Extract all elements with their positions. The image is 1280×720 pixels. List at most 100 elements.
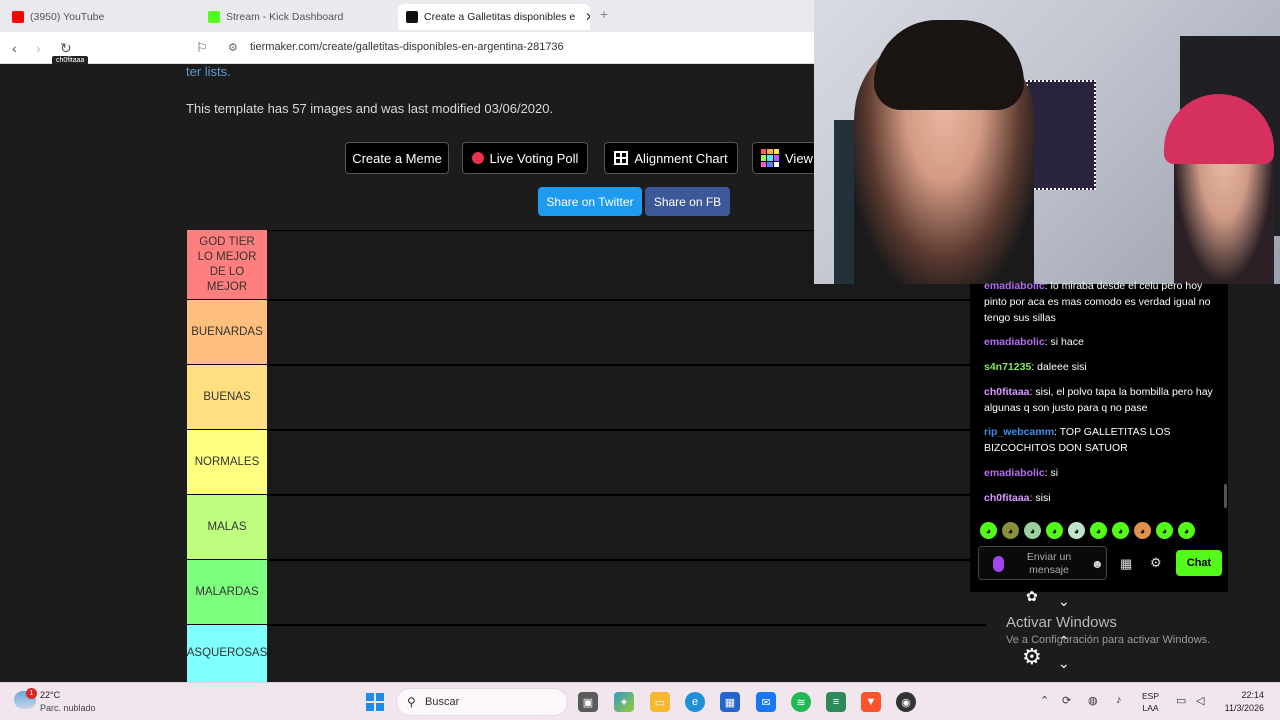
gear-icon[interactable]: ⚙ xyxy=(1022,644,1042,670)
chat-username[interactable]: rip_webcamm xyxy=(984,426,1054,438)
edge-icon[interactable]: e xyxy=(685,692,705,712)
chat-username[interactable]: s4n71235 xyxy=(984,361,1031,373)
file-explorer-icon[interactable]: ▭ xyxy=(650,692,670,712)
button-label: Share on Twitter xyxy=(546,194,634,209)
copilot-icon[interactable]: ✦ xyxy=(614,692,634,712)
back-icon[interactable]: ‹ xyxy=(12,40,17,56)
reload-icon[interactable]: ↻ xyxy=(60,40,72,57)
shield-icon[interactable]: ◍ xyxy=(1088,694,1098,707)
settings-small-icon[interactable]: ✿ xyxy=(1026,588,1038,605)
tier-drop-zone[interactable] xyxy=(267,430,986,494)
chevron-up-icon[interactable]: ⌃ xyxy=(1040,694,1049,707)
microphone-icon[interactable]: ♪ xyxy=(1116,694,1122,706)
chat-username[interactable]: emadiabolic xyxy=(984,336,1045,348)
temperature: 22°C xyxy=(40,690,61,700)
site-settings-icon[interactable]: ⚙ xyxy=(228,41,238,54)
chat-username[interactable]: ch0fitaaa xyxy=(984,386,1030,398)
mail-icon[interactable]: ✉ xyxy=(756,692,776,712)
chat-send-button[interactable]: Chat xyxy=(1176,550,1222,576)
tier-list: GOD TIER LO MEJOR DE LO MEJOR BUENARDAS … xyxy=(186,230,986,683)
chevron-down-icon[interactable]: ⌄ xyxy=(1058,655,1070,672)
emote-icon[interactable]: ◕ xyxy=(1090,522,1107,539)
emote-bar: ◕ ◕ ◕ ◕ ◕ ◕ ◕ ◕ ◕ ◕ xyxy=(980,522,1195,539)
chat-text: : sisi xyxy=(1029,492,1051,504)
chat-message: rip_webcamm: TOP GALLETITAS LOS BIZCOCHI… xyxy=(984,424,1214,456)
emote-icon[interactable]: ◕ xyxy=(1178,522,1195,539)
mic-icon[interactable] xyxy=(993,556,1004,572)
emote-icon[interactable]: ◕ xyxy=(1002,522,1019,539)
tier-label[interactable]: NORMALES xyxy=(187,430,267,494)
spotify-icon[interactable]: ≋ xyxy=(791,692,811,712)
tab-kick-dashboard[interactable]: Stream - Kick Dashboard xyxy=(200,4,396,30)
close-icon[interactable]: ✕ xyxy=(585,10,590,24)
emote-icon[interactable]: ◕ xyxy=(1024,522,1041,539)
task-view-icon[interactable]: ▣ xyxy=(578,692,598,712)
tier-label[interactable]: BUENAS xyxy=(187,365,267,429)
taskbar-search[interactable]: ⚲ Buscar xyxy=(396,688,568,716)
create-meme-button[interactable]: Create a Meme xyxy=(345,142,449,174)
record-dot-icon xyxy=(471,152,484,164)
volume-icon[interactable]: ◁ xyxy=(1196,694,1204,707)
tier-drop-zone[interactable] xyxy=(267,495,986,559)
activate-windows-title: Activar Windows xyxy=(1006,614,1117,631)
template-info: This template has 57 images and was last… xyxy=(186,101,554,116)
emoji-icon[interactable]: ☻ xyxy=(1091,557,1104,571)
store-app-icon[interactable]: ▦ xyxy=(720,692,740,712)
chat-message-input[interactable]: Enviar un mensaje ☻ xyxy=(978,546,1107,580)
emote-icon[interactable]: ◕ xyxy=(1112,522,1129,539)
chat-username[interactable]: emadiabolic xyxy=(984,467,1045,479)
language-indicator[interactable]: ESP LAA xyxy=(1142,690,1159,714)
tier-drop-zone[interactable] xyxy=(267,365,986,429)
chat-text: : si xyxy=(1044,467,1059,479)
system-clock[interactable]: 22:14 11/3/2026 xyxy=(1218,689,1264,715)
chat-message: emadiabolic: si hace xyxy=(984,334,1214,350)
new-tab-icon[interactable]: + xyxy=(600,6,608,22)
tier-label[interactable]: GOD TIER LO MEJOR DE LO MEJOR xyxy=(187,230,267,299)
tier-label[interactable]: MALARDAS xyxy=(187,560,267,624)
emote-icon[interactable]: ◕ xyxy=(1134,522,1151,539)
alignment-chart-button[interactable]: Alignment Chart xyxy=(604,142,738,174)
tier-row: MALARDAS xyxy=(186,560,986,625)
chat-message: emadiabolic: lo miraba desde el celu per… xyxy=(984,278,1214,326)
tab-tiermaker[interactable]: Create a Galletitas disponibles e ✕ xyxy=(398,4,590,30)
screen: (3950) YouTube Stream - Kick Dashboard C… xyxy=(0,0,1280,720)
app-tray-icon[interactable]: ⟳ xyxy=(1062,694,1071,707)
url-text[interactable]: tiermaker.com/create/galletitas-disponib… xyxy=(250,41,564,53)
obs-icon[interactable]: ◉ xyxy=(896,692,916,712)
live-voting-poll-button[interactable]: Live Voting Poll xyxy=(462,142,588,174)
tier-label[interactable]: BUENARDAS xyxy=(187,300,267,364)
chat-message: ch0fitaaa: sisi, el polvo tapa la bombil… xyxy=(984,384,1214,416)
tier-drop-zone[interactable] xyxy=(267,625,986,682)
chat-username[interactable]: ch0fitaaa xyxy=(984,492,1030,504)
forward-icon[interactable]: › xyxy=(36,40,41,56)
network-icon[interactable]: ▭ xyxy=(1176,694,1186,707)
tier-label[interactable]: MALAS xyxy=(187,495,267,559)
tab-youtube[interactable]: (3950) YouTube xyxy=(4,4,194,30)
tier-drop-zone[interactable] xyxy=(267,300,986,364)
emote-icon[interactable]: ◕ xyxy=(1046,522,1063,539)
clock-date: 11/3/2026 xyxy=(1224,703,1264,713)
gear-icon[interactable]: ⚙ xyxy=(1150,555,1162,571)
activate-windows-subtitle: Ve a Configuración para activar Windows. xyxy=(1006,634,1211,646)
notepad-icon[interactable]: ≡ xyxy=(826,692,846,712)
tier-drop-zone[interactable] xyxy=(267,560,986,624)
emote-icon[interactable]: ◕ xyxy=(980,522,997,539)
tier-row: NORMALES xyxy=(186,430,986,495)
share-twitter-button[interactable]: Share on Twitter xyxy=(538,187,642,216)
store-icon[interactable]: ▦ xyxy=(1120,556,1132,572)
button-label: Live Voting Poll xyxy=(489,150,579,166)
bookmark-icon[interactable]: ⚐ xyxy=(196,40,208,56)
tierlists-link[interactable]: ter lists. xyxy=(186,64,231,79)
tier-label[interactable]: ASQUEROSAS xyxy=(187,625,267,682)
chat-username[interactable]: emadiabolic xyxy=(984,280,1045,292)
chevron-down-icon[interactable]: ⌄ xyxy=(1058,593,1070,610)
brave-icon[interactable]: ▼ xyxy=(861,692,881,712)
webcam-person-hair xyxy=(874,20,1024,110)
windows-start-icon[interactable] xyxy=(366,693,384,711)
emote-icon[interactable]: ◕ xyxy=(1068,522,1085,539)
webcam-overlay xyxy=(814,0,1280,284)
keyboard-layout: LAA xyxy=(1142,703,1159,713)
chat-scrollbar[interactable] xyxy=(1224,484,1227,508)
share-fb-button[interactable]: Share on FB xyxy=(645,187,730,216)
emote-icon[interactable]: ◕ xyxy=(1156,522,1173,539)
